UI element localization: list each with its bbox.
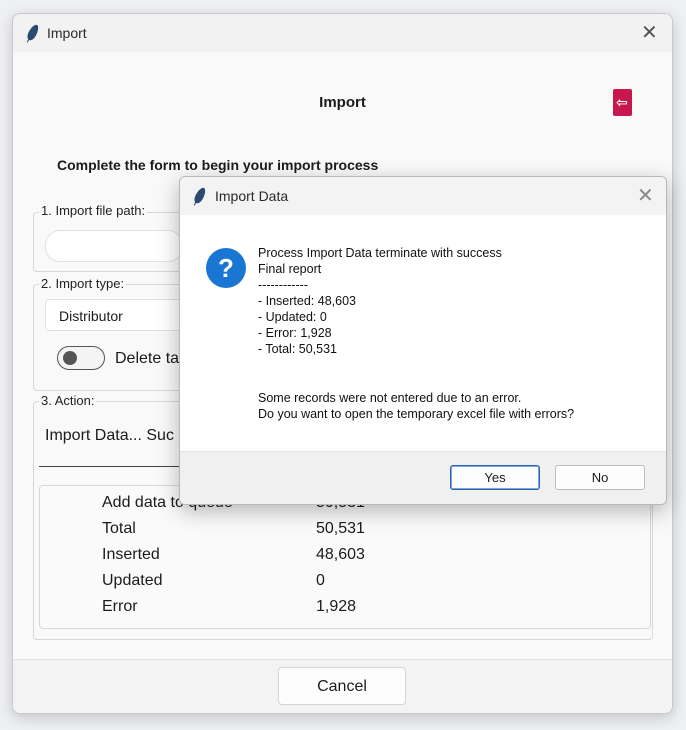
window-title: Import [47, 25, 87, 41]
feather-icon [25, 23, 41, 42]
action-label: 3. Action: [39, 393, 97, 408]
yes-button[interactable]: Yes [450, 465, 540, 490]
feather-icon [192, 186, 208, 205]
page-title: Import [319, 94, 366, 111]
results-table: Add data to queue 50,531 Total 50,531 In… [39, 485, 651, 629]
result-label: Total [102, 520, 136, 537]
message-line: - Inserted: 48,603 [258, 294, 356, 308]
delete-toggle-label: Delete ta [115, 350, 180, 367]
question-icon: ? [206, 248, 246, 288]
dialog-close-icon[interactable]: ✕ [637, 186, 654, 206]
window-titlebar: Import ✕ [13, 14, 672, 52]
toggle-knob [63, 351, 77, 365]
window-close-icon[interactable]: ✕ [641, 23, 658, 43]
no-button[interactable]: No [555, 465, 645, 490]
result-value: 48,603 [316, 546, 365, 563]
exit-icon[interactable]: ⇦ [613, 89, 632, 116]
message-line: ------------ [258, 278, 308, 292]
dialog-titlebar: Import Data ✕ [180, 177, 666, 215]
action-status: Import Data... Suc [45, 427, 174, 444]
result-row: Error 1,928 [40, 596, 650, 622]
delete-toggle[interactable] [57, 346, 105, 370]
dialog-body: ? Process Import Data terminate with suc… [180, 215, 666, 451]
result-row: Total 50,531 [40, 518, 650, 544]
result-label: Error [102, 598, 138, 615]
message-line: Process Import Data terminate with succe… [258, 246, 502, 260]
dialog-footer: Yes No [180, 451, 666, 504]
result-row: Inserted 48,603 [40, 544, 650, 570]
result-value: 50,531 [316, 520, 365, 537]
result-row: Updated 0 [40, 570, 650, 596]
result-label: Updated [102, 572, 163, 589]
file-path-label: 1. Import file path: [39, 203, 148, 218]
question-line: Some records were not entered due to an … [258, 391, 522, 405]
result-label: Inserted [102, 546, 160, 563]
result-value: 0 [316, 572, 325, 589]
file-path-input[interactable] [45, 230, 183, 262]
form-intro: Complete the form to begin your import p… [57, 157, 379, 173]
import-type-label: 2. Import type: [39, 276, 127, 291]
dialog-title: Import Data [215, 188, 289, 204]
message-line: - Error: 1,928 [258, 326, 332, 340]
result-value: 1,928 [316, 598, 357, 615]
message-line: - Total: 50,531 [258, 342, 337, 356]
question-line: Do you want to open the temporary excel … [258, 407, 575, 421]
import-data-dialog: Import Data ✕ ? Process Import Data term… [179, 176, 667, 505]
message-line: - Updated: 0 [258, 310, 327, 324]
cancel-button[interactable]: Cancel [278, 667, 406, 705]
message-line: Final report [258, 262, 322, 276]
